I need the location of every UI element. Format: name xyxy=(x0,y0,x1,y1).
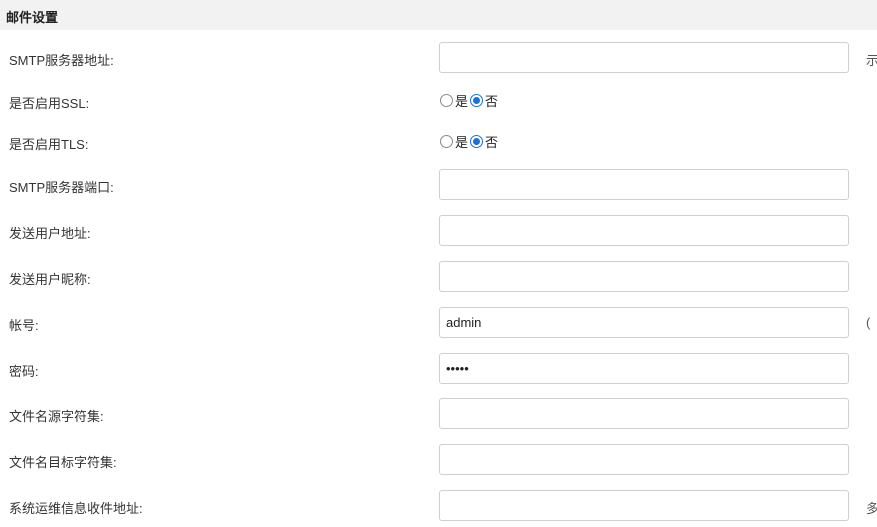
smtp-server-input[interactable] xyxy=(439,42,849,73)
filename-target-charset-input[interactable] xyxy=(439,444,849,475)
sender-address-input[interactable] xyxy=(439,215,849,246)
smtp-server-hint: 示 xyxy=(866,53,877,68)
ssl-yes-radio[interactable] xyxy=(440,93,453,107)
filename-source-charset-input[interactable] xyxy=(439,398,849,429)
tls-no-label: 否 xyxy=(485,134,499,150)
ssl-yes-label: 是 xyxy=(455,93,469,109)
account-label: 帐号: xyxy=(9,318,39,333)
ops-recipient-address-label: 系统运维信息收件地址: xyxy=(9,501,143,516)
password-label: 密码: xyxy=(9,364,39,379)
tls-no-radio[interactable] xyxy=(470,134,484,148)
tls-yes-radio[interactable] xyxy=(440,134,453,148)
smtp-port-label: SMTP服务器端口: xyxy=(9,180,114,195)
filename-source-charset-label: 文件名源字符集: xyxy=(9,409,104,424)
tls-yes-label: 是 xyxy=(455,134,469,150)
password-input[interactable] xyxy=(439,353,849,384)
sender-nickname-label: 发送用户昵称: xyxy=(9,272,91,287)
section-header: 邮件设置 xyxy=(0,0,877,30)
ssl-no-label: 否 xyxy=(485,93,499,109)
ops-recipient-address-input[interactable] xyxy=(439,490,849,521)
section-title: 邮件设置 xyxy=(6,10,59,25)
ops-recipient-hint: 多 xyxy=(866,501,877,516)
account-input[interactable] xyxy=(439,307,849,338)
filename-target-charset-label: 文件名目标字符集: xyxy=(9,455,117,470)
sender-address-label: 发送用户地址: xyxy=(9,226,91,241)
ssl-radio-group: 是 否 xyxy=(440,90,500,110)
tls-label: 是否启用TLS: xyxy=(9,137,89,152)
smtp-server-label: SMTP服务器地址: xyxy=(9,53,114,68)
ssl-no-radio[interactable] xyxy=(470,93,484,107)
sender-nickname-input[interactable] xyxy=(439,261,849,292)
tls-radio-group: 是 否 xyxy=(440,131,500,151)
account-hint: ( xyxy=(866,315,871,330)
ssl-label: 是否启用SSL: xyxy=(9,96,90,111)
smtp-port-input[interactable] xyxy=(439,169,849,200)
